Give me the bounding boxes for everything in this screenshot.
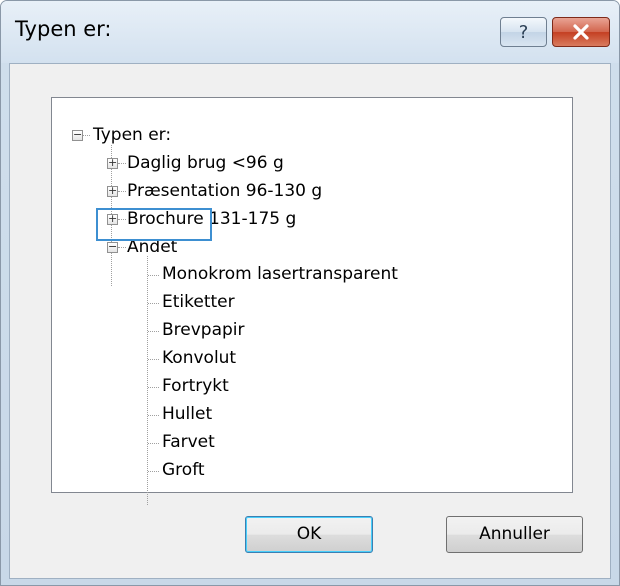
collapse-icon[interactable]: − [72,129,83,141]
tree-item-konvolut[interactable]: Konvolut [162,345,236,371]
tree-item-fortrykt[interactable]: Fortrykt [162,373,229,399]
tree-item-hullet[interactable]: Hullet [162,401,212,427]
close-icon [573,24,589,40]
cancel-button[interactable]: Annuller [446,516,583,553]
close-button[interactable] [552,17,610,47]
ok-button[interactable]: OK [245,516,373,553]
paper-type-tree[interactable]: − Typen er: + Daglig brug <96 g + Præsen… [51,97,573,505]
selection-highlight [96,208,212,241]
help-icon: ? [518,21,529,43]
dialog-window: Typen er: ? − Typen er: + Daglig brug <9… [0,0,620,586]
tree-item-praesentation[interactable]: Præsentation 96-130 g [127,178,322,204]
tree-item-groft[interactable]: Groft [162,457,205,483]
tree-item-brevpapir[interactable]: Brevpapir [162,317,245,343]
tree-root-label[interactable]: Typen er: [93,122,171,148]
expand-icon[interactable]: + [107,157,118,169]
tree-item-monokrom[interactable]: Monokrom lasertransparent [162,261,398,287]
dialog-client-area: − Typen er: + Daglig brug <96 g + Præsen… [9,63,611,579]
help-button[interactable]: ? [500,17,547,47]
expand-icon[interactable]: + [107,185,118,197]
tree-item-farvet[interactable]: Farvet [162,429,215,455]
tree-item-etiketter[interactable]: Etiketter [162,289,235,315]
title-bar[interactable]: Typen er: ? [1,1,619,63]
window-title: Typen er: [15,17,112,41]
collapse-icon[interactable]: − [107,241,118,253]
tree-item-daglig-brug[interactable]: Daglig brug <96 g [127,150,284,176]
